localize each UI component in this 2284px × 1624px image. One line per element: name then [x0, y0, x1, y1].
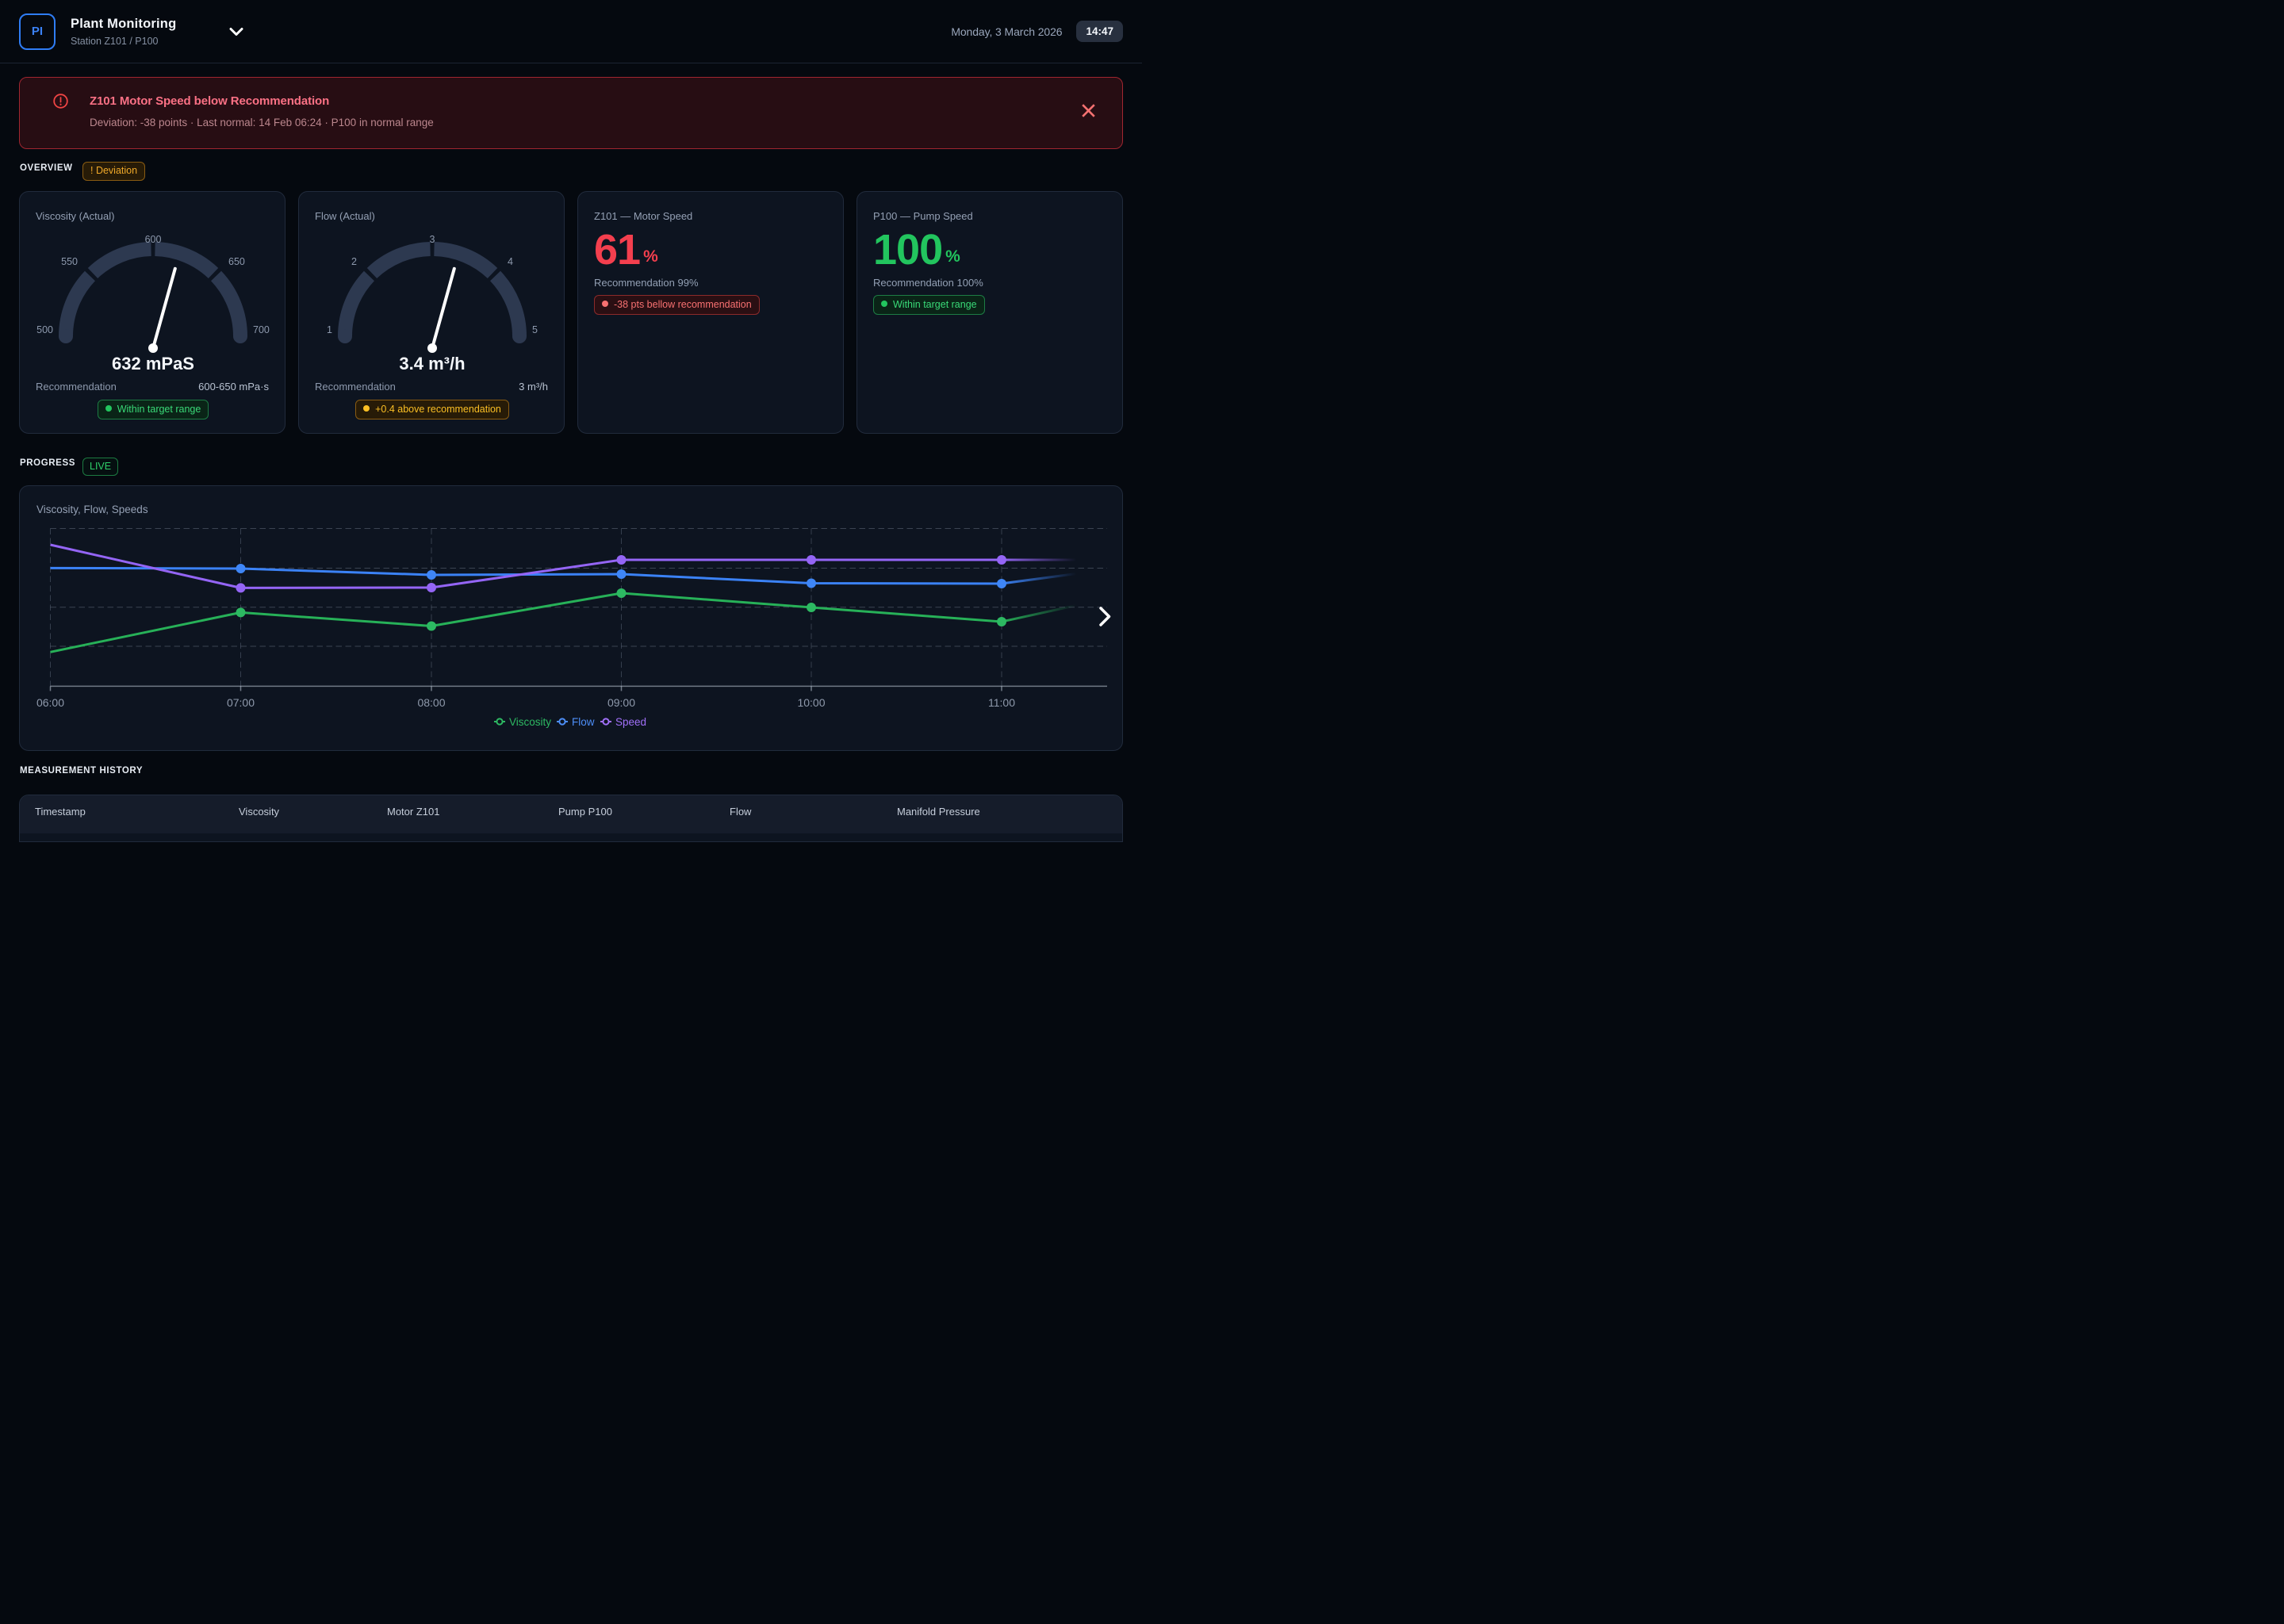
svg-text:600: 600 [145, 234, 162, 245]
svg-text:10:00: 10:00 [797, 696, 825, 709]
svg-text:3: 3 [430, 234, 435, 245]
svg-text:1: 1 [327, 324, 332, 335]
svg-text:08:00: 08:00 [417, 696, 445, 709]
svg-text:4: 4 [508, 256, 513, 267]
svg-text:650: 650 [228, 256, 245, 267]
svg-text:2: 2 [351, 256, 357, 267]
svg-text:5: 5 [532, 324, 538, 335]
svg-text:07:00: 07:00 [227, 696, 255, 709]
svg-text:500: 500 [36, 324, 53, 335]
svg-text:Viscosity: Viscosity [509, 716, 551, 728]
svg-text:Flow: Flow [572, 716, 595, 728]
svg-text:700: 700 [253, 324, 270, 335]
svg-text:Speed: Speed [615, 716, 646, 728]
svg-text:09:00: 09:00 [607, 696, 635, 709]
svg-text:550: 550 [61, 256, 78, 267]
svg-text:11:00: 11:00 [988, 696, 1015, 709]
svg-text:06:00: 06:00 [36, 696, 64, 709]
